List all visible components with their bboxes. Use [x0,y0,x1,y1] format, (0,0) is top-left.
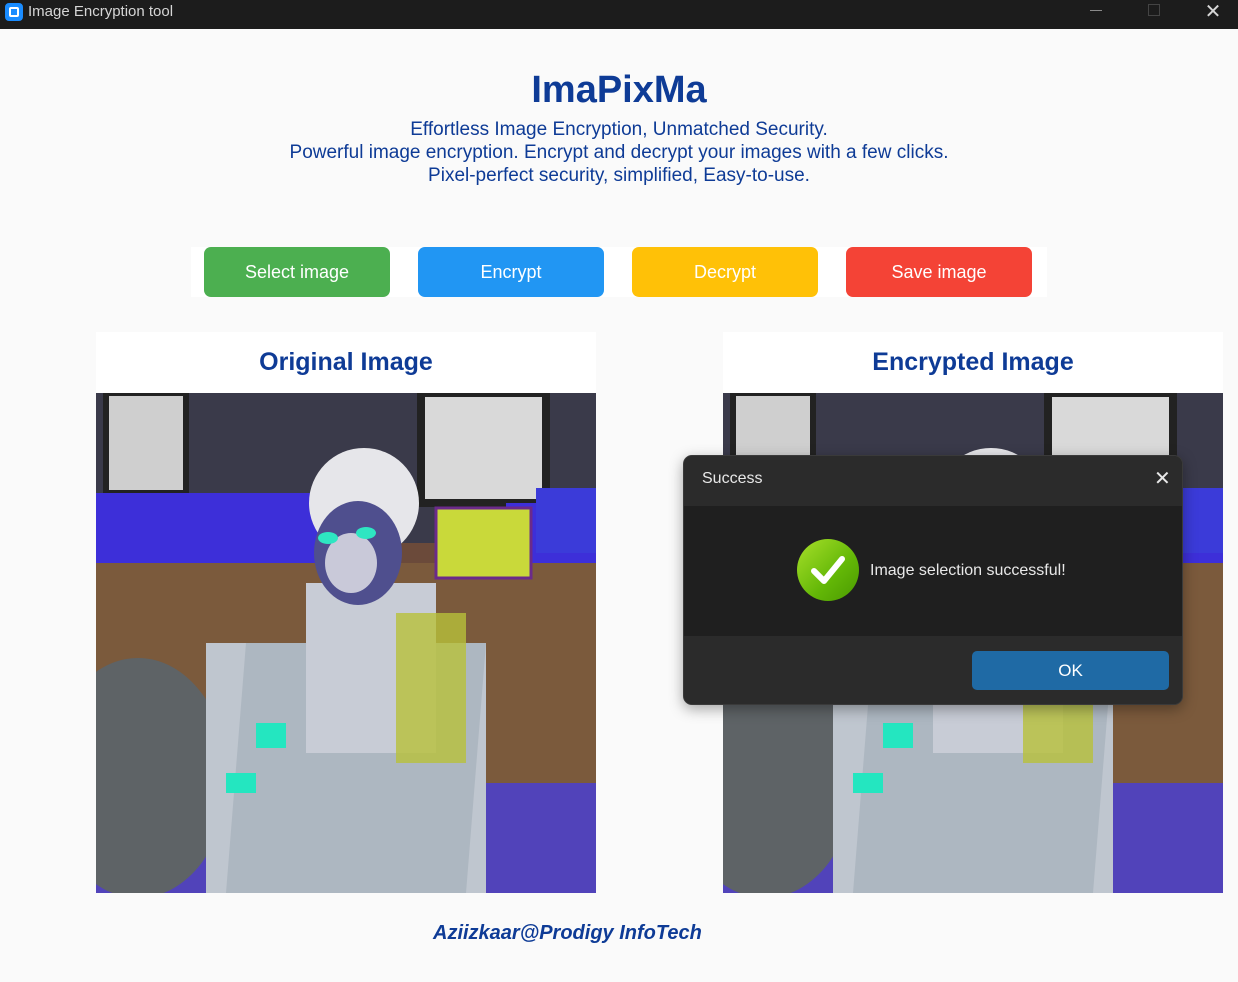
success-check-icon [797,539,859,601]
original-image [96,393,596,893]
success-dialog: Success ✕ Image selection successful! OK [683,455,1183,705]
ok-button[interactable]: OK [972,651,1169,690]
app-title: ImaPixMa [531,69,707,111]
window-titlebar: Image Encryption tool ✕ [0,0,1238,29]
dialog-body: Image selection successful! [684,506,1182,636]
window-title: Image Encryption tool [28,3,174,20]
encrypted-image-title: Encrypted Image [872,348,1074,376]
tagline-3: Pixel-perfect security, simplified, Easy… [428,165,810,186]
dialog-footer: OK [684,636,1182,704]
minimize-icon[interactable] [1073,0,1119,29]
app-icon [5,3,23,21]
dialog-header: Success ✕ [684,456,1182,506]
original-image-title: Original Image [259,348,433,376]
encrypt-button[interactable]: Encrypt [418,247,604,297]
maximize-icon[interactable] [1131,0,1177,29]
dialog-close-icon[interactable]: ✕ [1154,466,1171,491]
tagline-1: Effortless Image Encryption, Unmatched S… [410,119,828,140]
save-image-button[interactable]: Save image [846,247,1032,297]
original-image-panel: Original Image [96,332,596,893]
footer-credit: Aziizkaar@Prodigy InfoTech [433,922,702,944]
select-image-button[interactable]: Select image [204,247,390,297]
close-icon[interactable]: ✕ [1190,0,1236,29]
tagline-2: Powerful image encryption. Encrypt and d… [289,142,949,163]
dialog-title: Success [702,470,763,487]
dialog-message: Image selection successful! [870,562,1066,579]
decrypt-button[interactable]: Decrypt [632,247,818,297]
button-bar: Select image Encrypt Decrypt Save image [191,247,1047,297]
